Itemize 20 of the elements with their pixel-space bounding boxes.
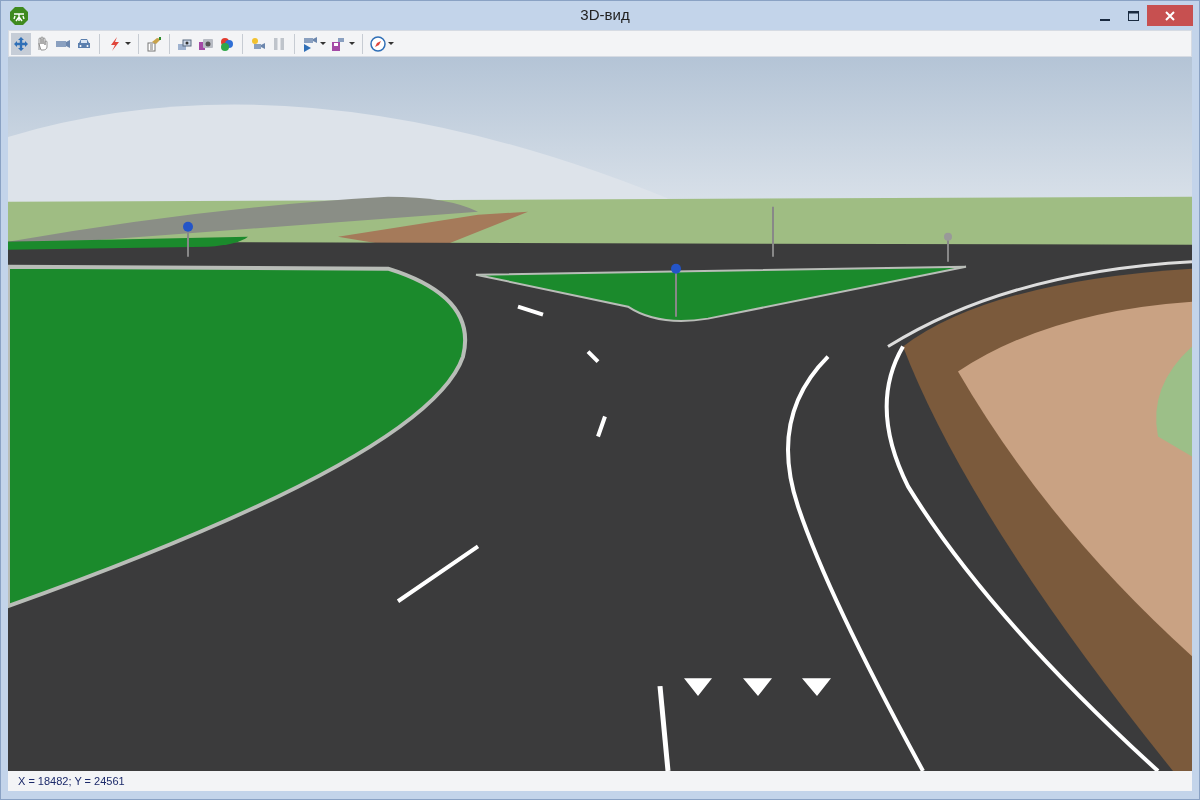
- coordinates-readout: X = 18482; Y = 24561: [18, 773, 125, 789]
- app-logo-icon: [9, 5, 29, 26]
- maximize-icon: [1127, 10, 1139, 21]
- camera-play-icon: [302, 35, 318, 52]
- move-arrows-tool-button[interactable]: [11, 32, 31, 55]
- window-title: 3D-вид: [579, 5, 631, 26]
- minimize-icon: [1100, 18, 1110, 21]
- compass-icon: [370, 35, 386, 52]
- move-arrows-icon: [13, 35, 29, 52]
- caret-icon: [349, 41, 355, 46]
- caret-icon: [125, 41, 131, 46]
- camera-save-icon: [331, 35, 347, 52]
- properties-icon: [146, 35, 162, 52]
- close-icon: [1165, 10, 1175, 21]
- sun-camera-icon: [250, 35, 266, 52]
- color-spheres-icon: [219, 35, 235, 52]
- caret-icon: [388, 41, 394, 46]
- close-button[interactable]: [1147, 5, 1193, 26]
- caret-icon: [320, 41, 326, 46]
- pause-icon: [271, 35, 287, 52]
